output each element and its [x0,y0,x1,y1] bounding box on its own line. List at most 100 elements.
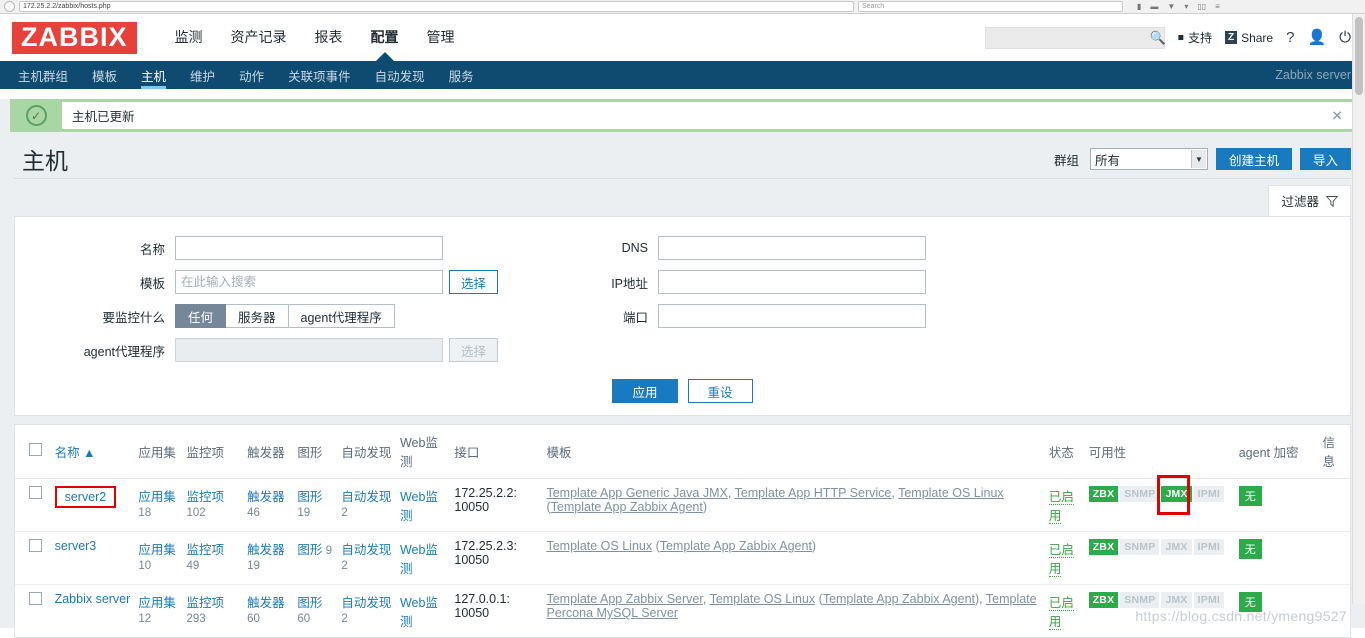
subnav-item-7[interactable]: 服务 [437,61,486,89]
col-name[interactable]: 名称 ▲ [50,425,135,479]
web-link[interactable]: Web监测 [400,596,438,629]
row-checkbox[interactable] [29,592,42,605]
availability-badge-zbx[interactable]: ZBX [1088,592,1119,608]
availability-badge-snmp[interactable]: SNMP [1120,592,1160,608]
template-link[interactable]: Template OS Linux [898,486,1004,500]
availability-badge-snmp[interactable]: SNMP [1120,539,1160,555]
discovery-link[interactable]: 自动发现 [341,490,391,504]
subnav-item-2[interactable]: 主机 [129,61,178,89]
availability-badge-ipmi[interactable]: IPMI [1193,486,1225,502]
main-menu-item-2[interactable]: 报表 [301,14,357,61]
filter-dns-input[interactable] [658,236,927,260]
availability-badge-snmp[interactable]: SNMP [1120,486,1160,502]
filter-ip-input[interactable] [658,270,927,294]
library-icon[interactable]: ▯▯ [1197,2,1206,11]
items-link[interactable]: 监控项 [186,596,224,610]
graphs-link[interactable]: 图形 [297,596,322,610]
row-checkbox[interactable] [29,486,42,499]
subnav-item-4[interactable]: 动作 [227,61,276,89]
web-link[interactable]: Web监测 [400,543,438,576]
host-name-link[interactable]: server3 [55,539,97,553]
triggers-link[interactable]: 触发器 [247,490,285,504]
graphs-link[interactable]: 图形 [297,490,322,504]
template-select-button[interactable]: 选择 [449,270,499,294]
discovery-link[interactable]: 自动发现 [341,596,391,610]
menu-icon[interactable]: ≡ [1215,2,1220,11]
browser-back-icon[interactable] [4,1,15,12]
main-menu-item-1[interactable]: 资产记录 [217,14,301,61]
items-link[interactable]: 监控项 [186,543,224,557]
template-link[interactable]: Template App HTTP Service [735,486,892,500]
search-icon[interactable]: 🔍 [1150,30,1166,46]
web-link[interactable]: Web监测 [400,490,438,523]
filter-tab[interactable]: 过滤器 [1268,185,1351,216]
apply-button[interactable]: 应用 [612,379,678,403]
applications-link[interactable]: 应用集 [138,490,176,504]
chevron-down-icon[interactable]: ▼ [1190,150,1206,168]
availability-badge-ipmi[interactable]: IPMI [1193,592,1225,608]
browser-url-input[interactable]: 172.25.2.2/zabbix/hosts.php [19,1,854,12]
triggers-link[interactable]: 触发器 [247,543,285,557]
help-icon[interactable]: ? [1286,30,1294,45]
subnav-item-1[interactable]: 模板 [80,61,129,89]
select-all-checkbox[interactable] [29,443,42,456]
monitored-by-option-0[interactable]: 任何 [175,304,227,328]
discovery-link[interactable]: 自动发现 [341,543,391,557]
chevron-down-icon[interactable]: ▾ [1184,2,1188,11]
support-link[interactable]: ⏹ 支持 [1178,29,1212,46]
availability-badge-zbx[interactable]: ZBX [1088,539,1119,555]
filter-proxy-input[interactable] [175,338,443,362]
global-search[interactable]: 🔍 [984,26,1166,49]
filter-template-input[interactable] [175,270,443,294]
availability-badge-zbx[interactable]: ZBX [1088,486,1119,502]
filter-name-input[interactable] [175,236,443,260]
user-icon[interactable]: 👤 [1307,30,1326,45]
monitored-by-option-1[interactable]: 服务器 [226,304,289,328]
browser-search-input[interactable]: Search [858,1,1123,12]
status-link[interactable]: 已启用 [1048,596,1074,630]
subnav-item-5[interactable]: 关联项事件 [276,61,363,89]
items-link[interactable]: 监控项 [186,490,224,504]
row-checkbox[interactable] [29,539,42,552]
encryption-badge[interactable]: 无 [1238,539,1262,559]
close-icon[interactable]: ✕ [1331,107,1343,124]
group-select[interactable]: 所有 ▼ [1089,148,1208,170]
main-menu-item-4[interactable]: 管理 [413,14,469,61]
subnav-item-3[interactable]: 维护 [178,61,227,89]
import-button[interactable]: 导入 [1299,148,1351,170]
availability-badge-jmx[interactable]: JMX [1161,592,1192,608]
applications-link[interactable]: 应用集 [138,596,176,610]
encryption-badge[interactable]: 无 [1238,592,1262,612]
graphs-link[interactable]: 图形 [297,543,322,557]
reset-button[interactable]: 重设 [687,379,753,403]
availability-badge-jmx[interactable]: JMX [1161,486,1192,502]
create-host-button[interactable]: 创建主机 [1215,148,1292,170]
template-link[interactable]: Template App Generic Java JMX [546,486,727,500]
monitored-by-option-2[interactable]: agent代理程序 [288,304,395,328]
proxy-select-button[interactable]: 选择 [449,338,499,362]
global-search-input[interactable] [990,29,1150,46]
download-icon[interactable]: ▼ [1167,2,1175,11]
host-name-link[interactable]: server2 [54,486,117,508]
main-menu-item-3[interactable]: 配置 [357,14,413,61]
triggers-link[interactable]: 触发器 [247,596,285,610]
template-link[interactable]: Template App Zabbix Agent [660,539,812,553]
pocket-icon[interactable]: ▬ [1150,2,1158,11]
share-link[interactable]: Z Share [1224,31,1273,45]
status-link[interactable]: 已启用 [1048,490,1074,524]
bookmark-icon[interactable]: ▮ [1137,2,1141,11]
power-icon[interactable]: ⏻ [1339,30,1351,45]
filter-port-input[interactable] [658,304,927,328]
main-menu-item-0[interactable]: 监测 [161,14,217,61]
availability-badge-ipmi[interactable]: IPMI [1193,539,1225,555]
page-scrollbar[interactable] [1352,14,1365,604]
subnav-item-0[interactable]: 主机群组 [6,61,80,89]
subnav-item-6[interactable]: 自动发现 [363,61,437,89]
template-link[interactable]: Template OS Linux [546,539,652,553]
applications-link[interactable]: 应用集 [138,543,176,557]
zabbix-logo[interactable]: ZABBIX [12,21,137,54]
status-link[interactable]: 已启用 [1048,543,1074,577]
encryption-badge[interactable]: 无 [1238,486,1262,506]
availability-badge-jmx[interactable]: JMX [1161,539,1192,555]
scrollbar-thumb[interactable] [1355,17,1363,95]
